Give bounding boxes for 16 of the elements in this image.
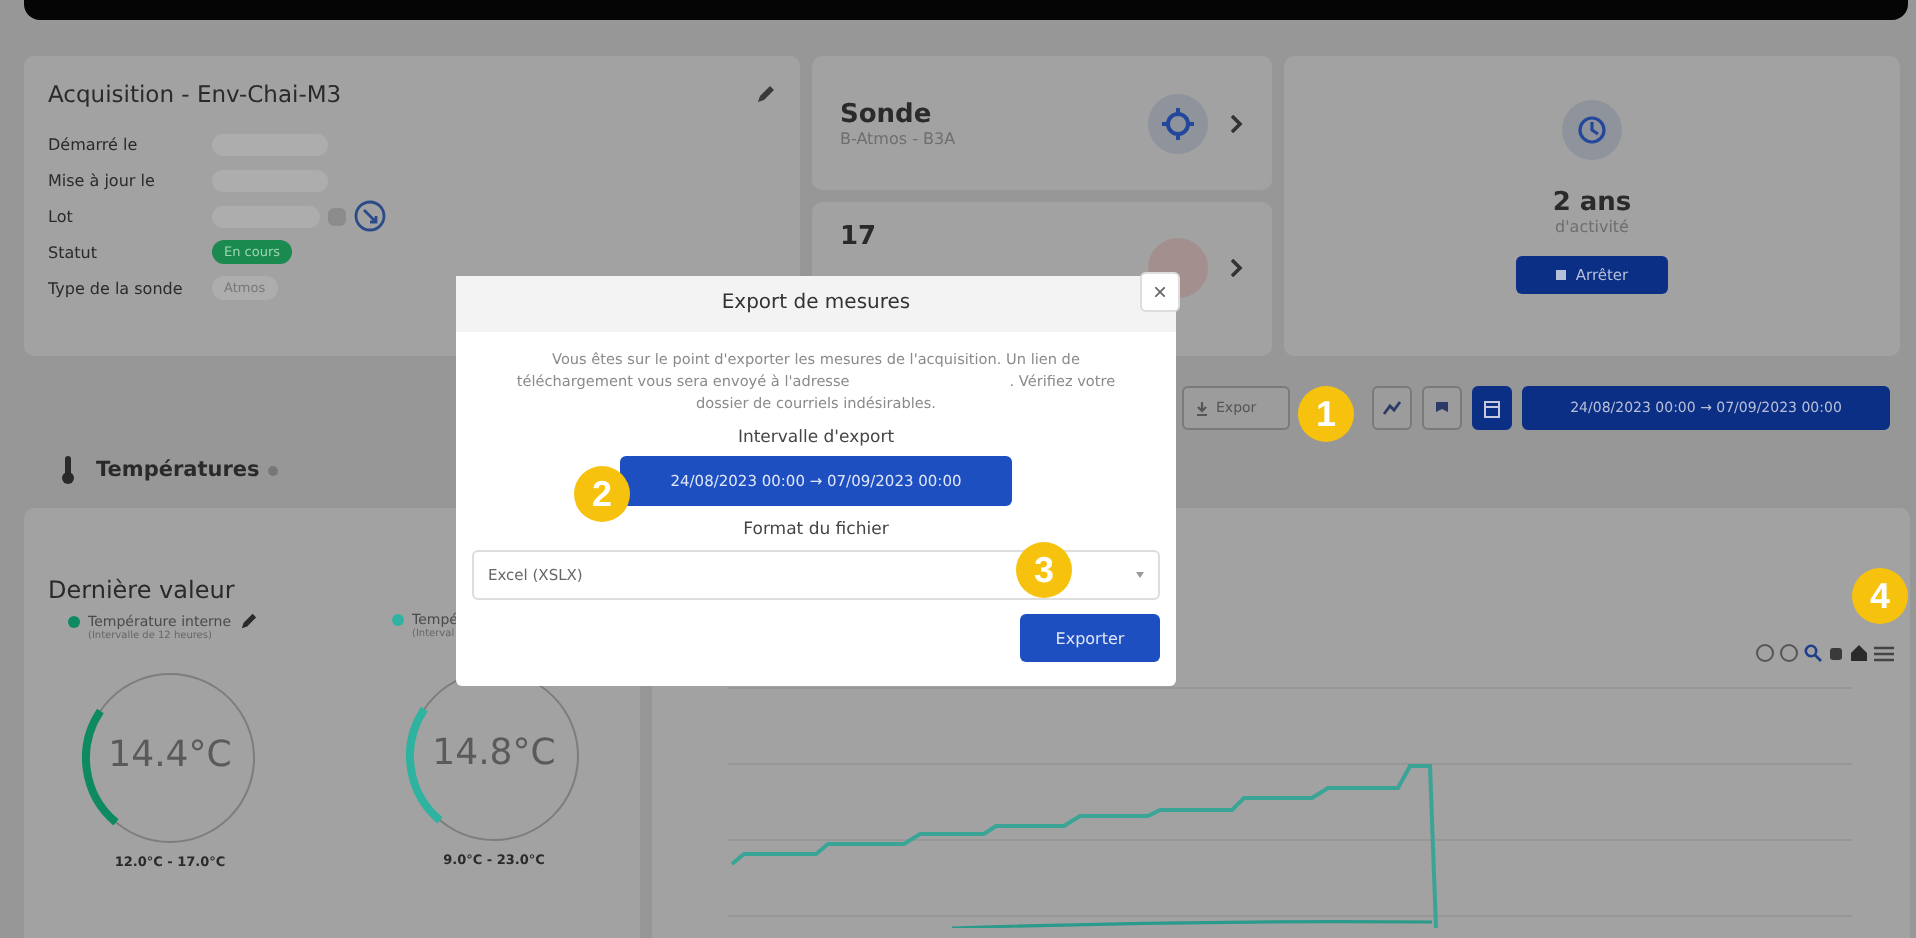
interval-label: Intervalle d'export bbox=[737, 428, 895, 448]
gauge-reading: 14.8°C bbox=[430, 732, 558, 774]
card-title: Acquisition - Env-Chai-M3 bbox=[48, 80, 342, 108]
field-label: Mise à jour le bbox=[48, 171, 157, 189]
section-title: Températures bbox=[96, 458, 260, 482]
field-label: Lot bbox=[48, 207, 75, 225]
field-label: Type de la sonde bbox=[48, 279, 185, 297]
card-title: Dernière valeur bbox=[48, 576, 237, 604]
count-value: 17 bbox=[840, 222, 877, 252]
field-label: Démarré le bbox=[48, 135, 140, 153]
card-title: Sonde bbox=[840, 99, 934, 129]
gauge-reading: 14.4°C bbox=[106, 734, 234, 776]
field-label: Statut bbox=[48, 243, 99, 261]
step-marker: 1 bbox=[1298, 386, 1354, 442]
format-label: Format du fichier bbox=[743, 520, 889, 540]
duration-value: 2 ans bbox=[1552, 188, 1632, 218]
